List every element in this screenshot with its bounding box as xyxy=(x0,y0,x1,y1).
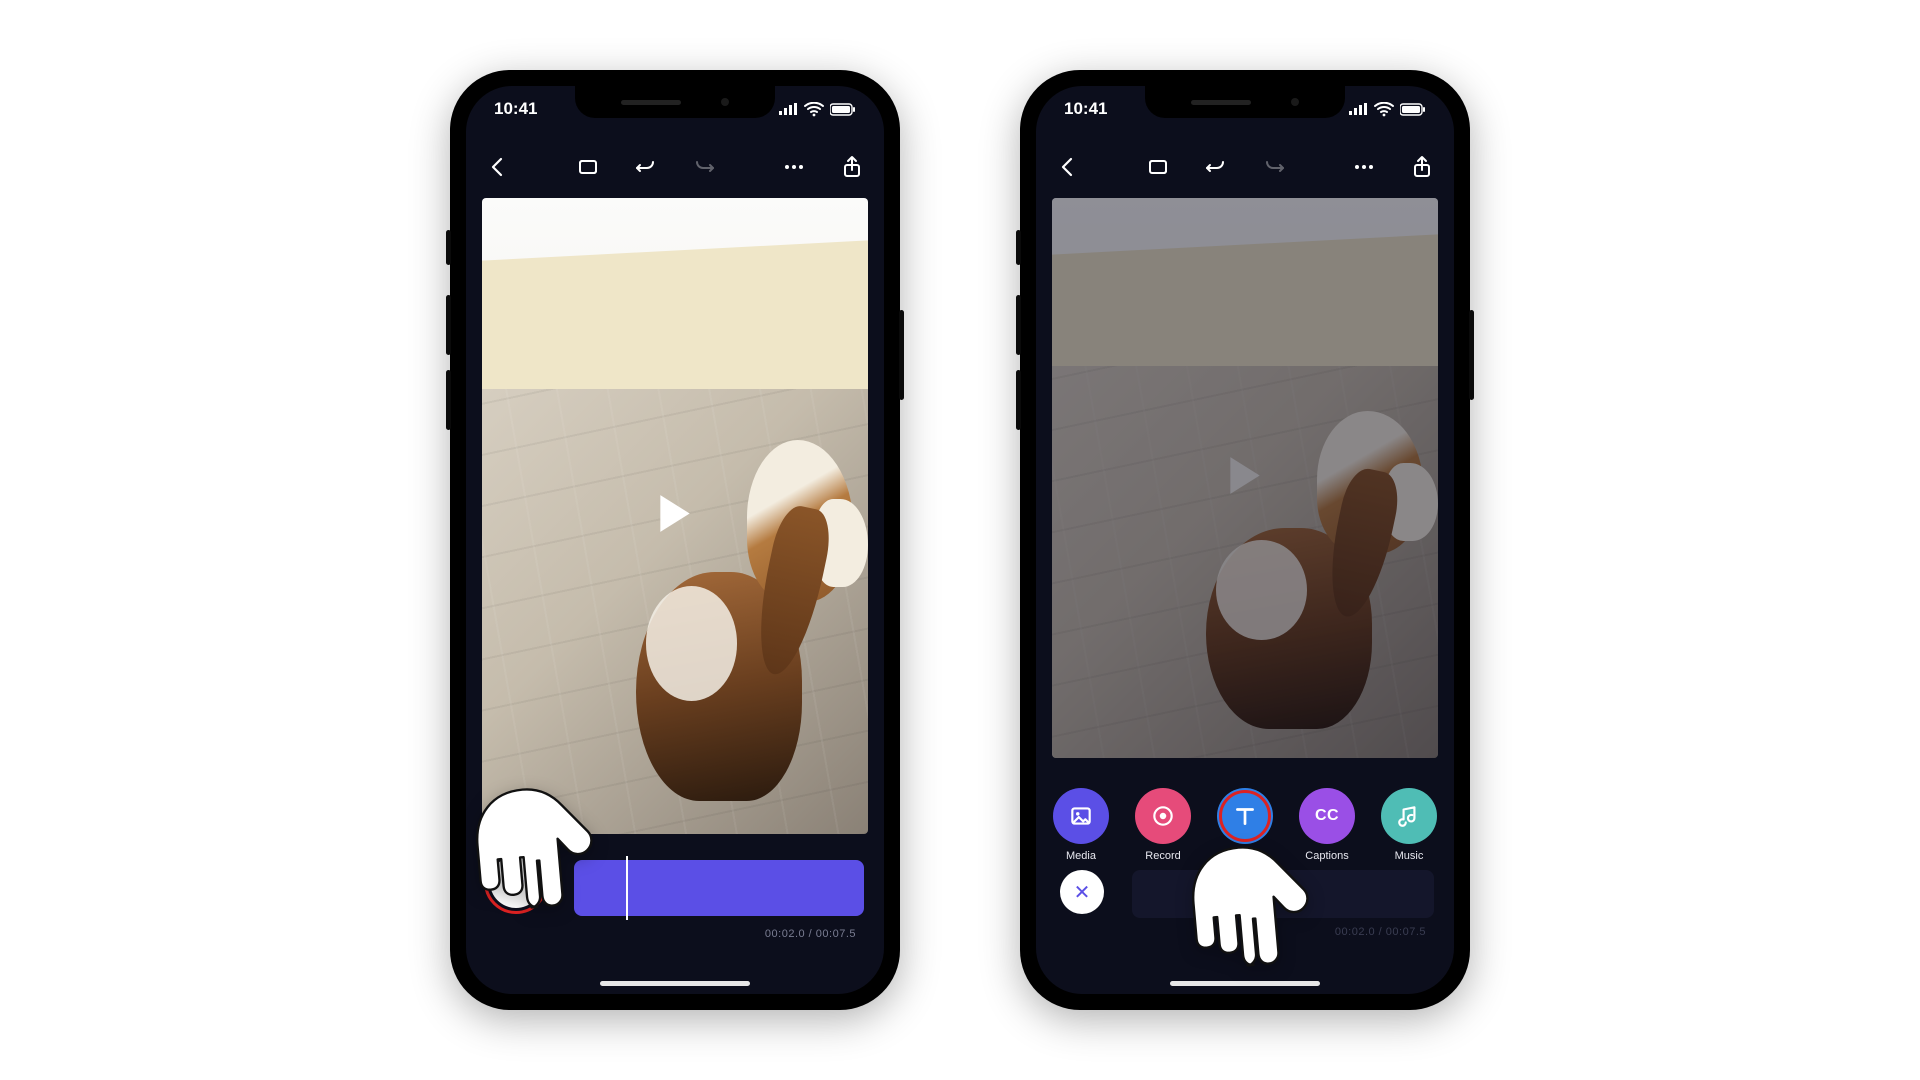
video-preview[interactable] xyxy=(482,198,868,834)
menu-item-music[interactable]: Music xyxy=(1375,788,1443,862)
more-icon xyxy=(1352,155,1376,179)
music-icon xyxy=(1396,803,1422,829)
status-time: 10:41 xyxy=(1064,99,1107,119)
image-icon xyxy=(1068,803,1094,829)
close-menu-button[interactable]: ✕ xyxy=(1060,870,1104,914)
timecode-readout: 00:02.0 / 00:07.5 xyxy=(765,927,856,940)
close-icon: ✕ xyxy=(1074,880,1091,905)
more-icon xyxy=(782,155,806,179)
redo-icon xyxy=(692,155,716,179)
phone-mockup-right: 10:41 xyxy=(1020,70,1470,1010)
record-icon xyxy=(1150,803,1176,829)
arrow-left-icon xyxy=(1056,155,1080,179)
wifi-icon xyxy=(1374,102,1394,117)
aspect-ratio-icon xyxy=(1146,155,1170,179)
export-button[interactable] xyxy=(838,153,866,181)
editor-toolbar xyxy=(1036,142,1454,192)
aspect-ratio-button[interactable] xyxy=(1144,153,1172,181)
signal-icon xyxy=(779,103,798,116)
video-preview[interactable] xyxy=(1052,198,1438,758)
arrow-left-icon xyxy=(486,155,510,179)
more-button[interactable] xyxy=(780,153,808,181)
undo-icon xyxy=(634,155,658,179)
app-screen-add-menu: 10:41 xyxy=(1036,86,1454,994)
tutorial-hand-cursor xyxy=(466,772,596,922)
editor-toolbar xyxy=(466,142,884,192)
timeline-playhead[interactable] xyxy=(626,856,628,920)
aspect-ratio-icon xyxy=(576,155,600,179)
redo-button[interactable] xyxy=(1260,153,1288,181)
undo-button[interactable] xyxy=(632,153,660,181)
play-button[interactable] xyxy=(653,492,697,541)
battery-icon xyxy=(830,103,856,116)
timeline-track[interactable] xyxy=(574,860,864,916)
status-time: 10:41 xyxy=(494,99,537,119)
timecode-readout: 00:02.0 / 00:07.5 xyxy=(1335,925,1426,938)
battery-icon xyxy=(1400,103,1426,116)
redo-button[interactable] xyxy=(690,153,718,181)
export-button[interactable] xyxy=(1408,153,1436,181)
undo-icon xyxy=(1204,155,1228,179)
undo-button[interactable] xyxy=(1202,153,1230,181)
share-icon xyxy=(1410,155,1434,179)
back-button[interactable] xyxy=(484,153,512,181)
play-button[interactable] xyxy=(1223,454,1267,503)
signal-icon xyxy=(1349,103,1368,116)
more-button[interactable] xyxy=(1350,153,1378,181)
preview-subject-dog xyxy=(1206,411,1418,736)
app-screen-editor: 10:41 xyxy=(466,86,884,994)
cc-icon: CC xyxy=(1315,807,1339,825)
play-icon xyxy=(1223,454,1267,498)
home-indicator[interactable] xyxy=(600,981,750,986)
tutorial-hand-cursor xyxy=(1182,820,1312,990)
phone-mockup-left: 10:41 xyxy=(450,70,900,1010)
back-button[interactable] xyxy=(1054,153,1082,181)
aspect-ratio-button[interactable] xyxy=(574,153,602,181)
menu-item-media[interactable]: Media xyxy=(1047,788,1115,862)
play-icon xyxy=(653,492,697,536)
share-icon xyxy=(840,155,864,179)
wifi-icon xyxy=(804,102,824,117)
redo-icon xyxy=(1262,155,1286,179)
